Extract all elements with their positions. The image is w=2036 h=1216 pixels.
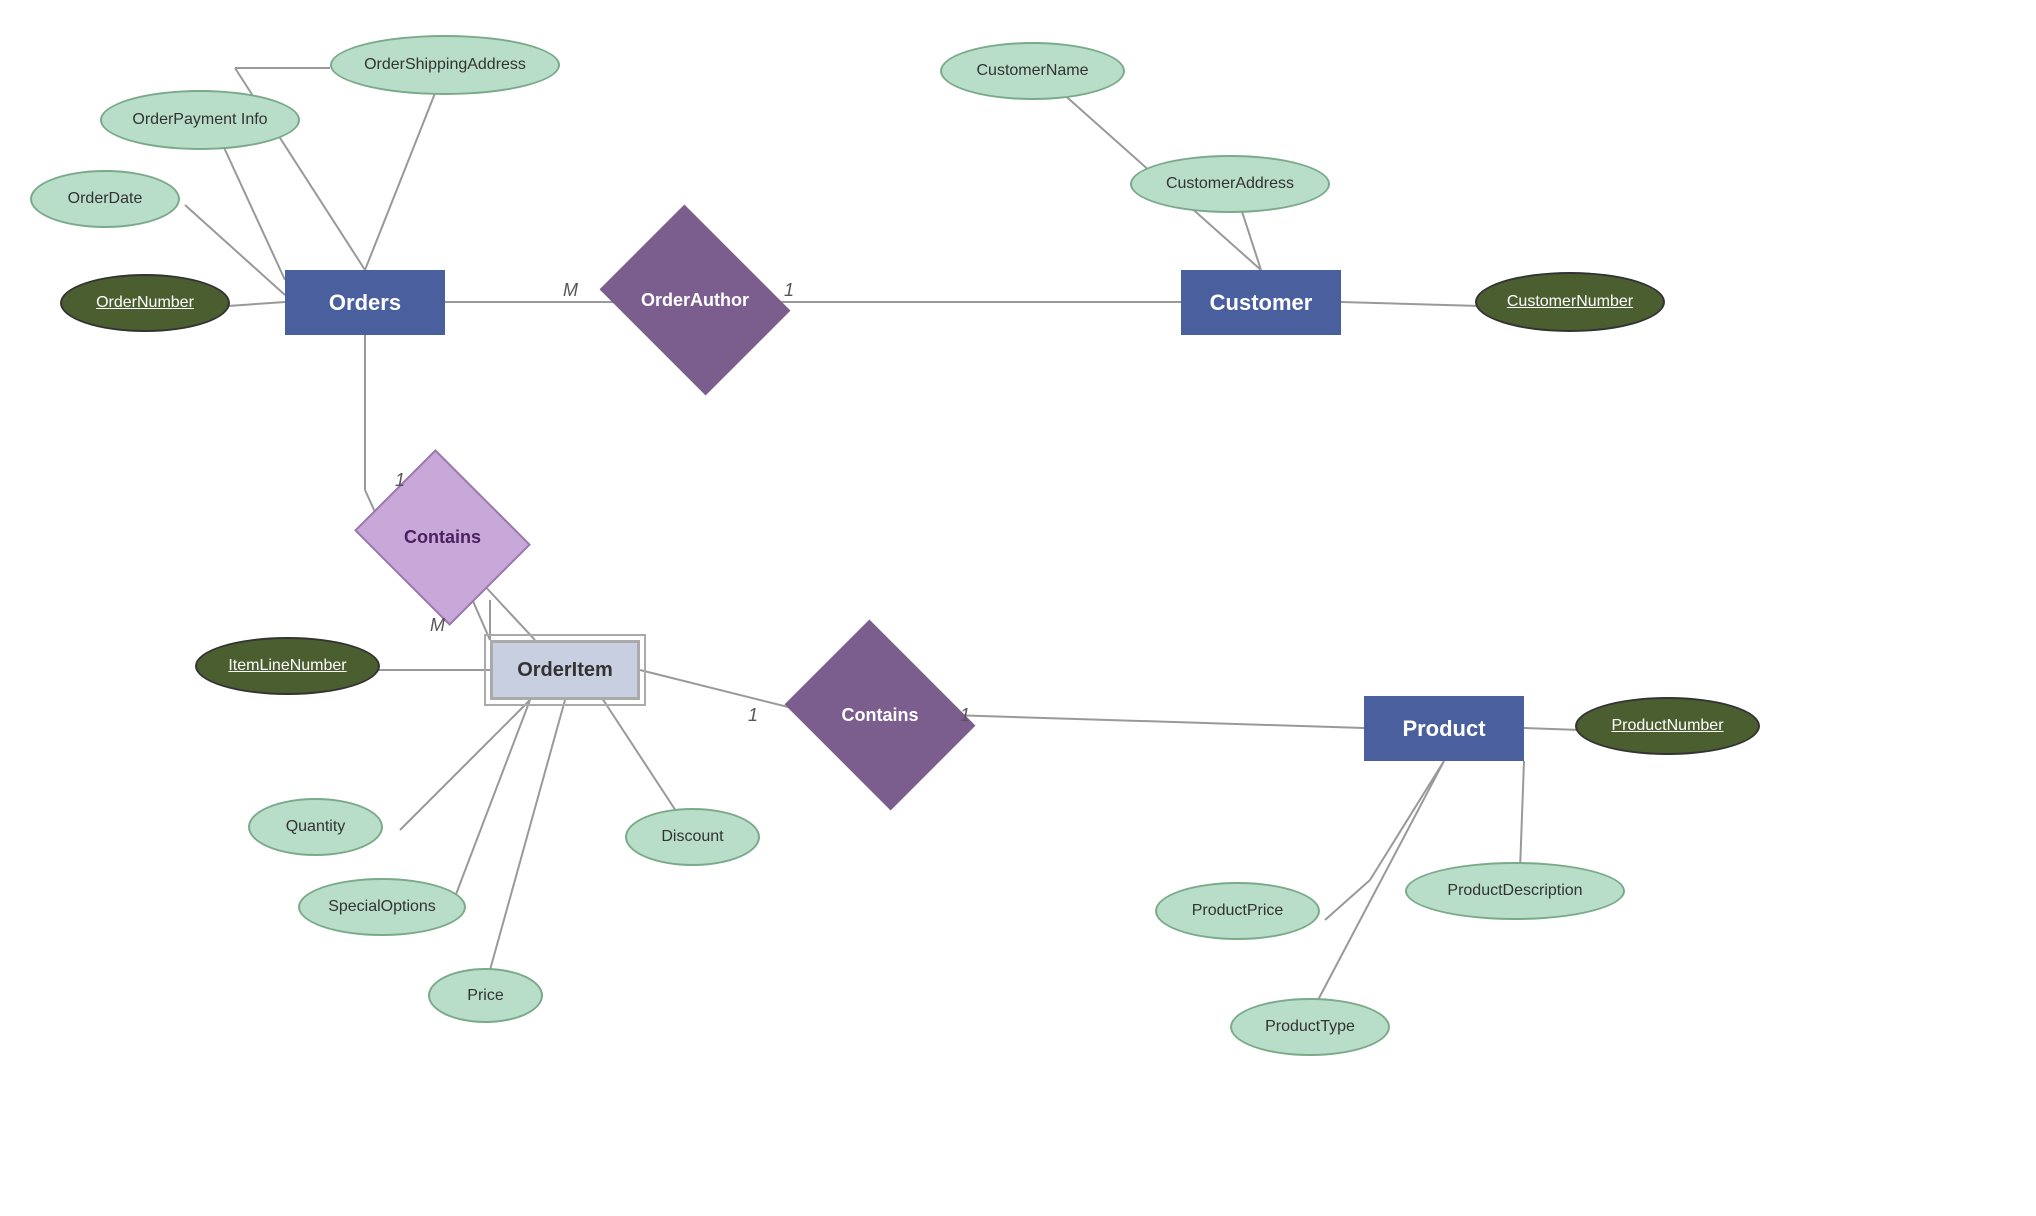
attr-order-number: OrderNumber <box>60 274 230 332</box>
mult-1-contains1: 1 <box>395 470 405 491</box>
attr-item-line-number: ItemLineNumber <box>195 637 380 695</box>
attr-discount: Discount <box>625 808 760 866</box>
entity-orders: Orders <box>285 270 445 335</box>
attr-product-number: ProductNumber <box>1575 697 1760 755</box>
diagram-lines <box>0 0 2036 1216</box>
entity-order-item: OrderItem <box>490 640 640 700</box>
attr-order-date: OrderDate <box>30 170 180 228</box>
mult-1-contains2b: 1 <box>960 705 970 726</box>
attr-quantity: Quantity <box>248 798 383 856</box>
entity-product: Product <box>1364 696 1524 761</box>
mult-1-1: 1 <box>784 280 794 301</box>
relationship-order-author: OrderAuthor <box>620 240 770 360</box>
relationship-contains-1: Contains <box>375 480 510 595</box>
attr-customer-address: CustomerAddress <box>1130 155 1330 213</box>
entity-customer: Customer <box>1181 270 1341 335</box>
attr-order-shipping-address: OrderShippingAddress <box>330 35 560 95</box>
attr-order-payment-info: OrderPayment Info <box>100 90 300 150</box>
attr-special-options: SpecialOptions <box>298 878 466 936</box>
attr-customer-name: CustomerName <box>940 42 1125 100</box>
attr-product-price: ProductPrice <box>1155 882 1320 940</box>
attr-customer-number: CustomerNumber <box>1475 272 1665 332</box>
relationship-contains-2: Contains <box>805 655 955 775</box>
mult-m-contains1: M <box>430 615 445 636</box>
mult-m1: M <box>563 280 578 301</box>
er-diagram: Orders Customer Product OrderItem OrderA… <box>0 0 2036 1216</box>
attr-product-type: ProductType <box>1230 998 1390 1056</box>
attr-price: Price <box>428 968 543 1023</box>
attr-product-description: ProductDescription <box>1405 862 1625 920</box>
mult-1-contains2a: 1 <box>748 705 758 726</box>
